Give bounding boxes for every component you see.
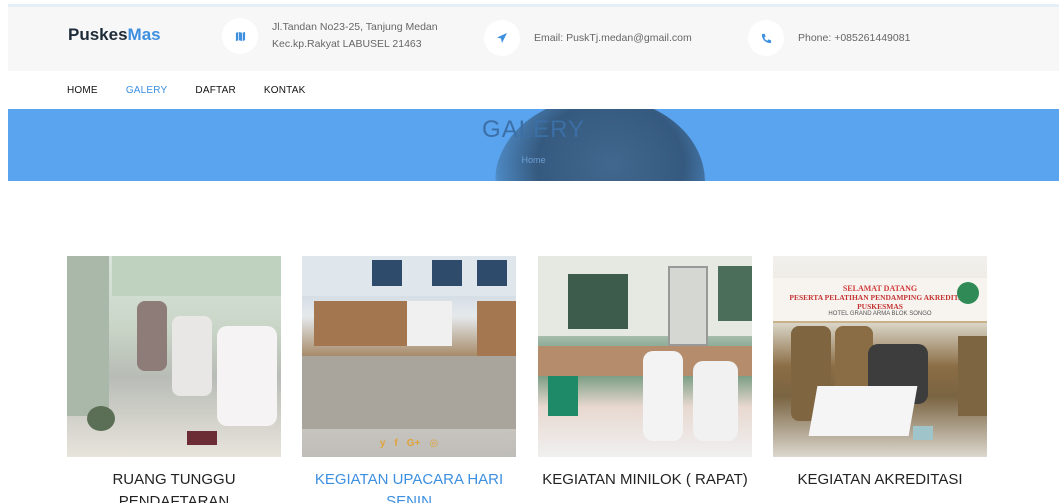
logo-text: Puskes <box>68 25 128 44</box>
logo-accent-text: Mas <box>127 25 161 44</box>
gallery-caption[interactable]: KEGIATAN UPACARA HARI SENIN <box>302 469 516 503</box>
gallery-photo[interactable]: y f G+ ◎ <box>302 256 516 457</box>
gallery-card[interactable]: y f G+ ◎ KEGIATAN UPACARA HARI SENIN <box>302 256 516 503</box>
twitter-icon[interactable]: y <box>380 438 386 449</box>
phone-icon <box>748 20 784 56</box>
phone-info: Phone: +085261449081 <box>748 20 910 56</box>
paper-plane-icon <box>484 20 520 56</box>
facebook-icon[interactable]: f <box>394 438 397 449</box>
phone-text[interactable]: Phone: +085261449081 <box>798 30 910 47</box>
page: PuskesMas Jl.Tandan No23-25, Tanjung Med… <box>0 0 1059 503</box>
banner-line-1: SELAMAT DATANG <box>842 284 918 293</box>
page-hero: GALERY Home <box>8 109 1059 181</box>
gallery-caption[interactable]: RUANG TUNGGU PENDAFTARAN <box>67 469 281 503</box>
main-nav: HOME GALERY DAFTAR KONTAK <box>8 71 1059 109</box>
nav-home[interactable]: HOME <box>67 85 98 96</box>
address-line-2: Kec.kp.Rakyat LABUSEL 21463 <box>272 38 422 50</box>
email-info: Email: PuskTj.medan@gmail.com <box>484 20 692 56</box>
top-header: PuskesMas Jl.Tandan No23-25, Tanjung Med… <box>8 4 1059 71</box>
address-line-1: Jl.Tandan No23-25, Tanjung Medan <box>272 21 438 33</box>
emblem-icon <box>957 282 979 304</box>
address-text: Jl.Tandan No23-25, Tanjung Medan Kec.kp.… <box>272 19 438 53</box>
gallery-card[interactable]: RUANG TUNGGU PENDAFTARAN <box>67 256 281 503</box>
google-plus-icon[interactable]: G+ <box>407 438 421 449</box>
welcome-banner: SELAMAT DATANG PESERTA PELATIHAN PENDAMP… <box>773 278 987 323</box>
page-title: GALERY <box>482 116 585 143</box>
site-logo[interactable]: PuskesMas <box>68 25 161 45</box>
address-info: Jl.Tandan No23-25, Tanjung Medan Kec.kp.… <box>222 18 438 54</box>
nav-galery[interactable]: GALERY <box>126 85 168 96</box>
banner-line-2: PESERTA PELATIHAN PENDAMPING AKREDITASI … <box>789 293 971 311</box>
gallery-photo[interactable] <box>67 256 281 457</box>
gallery-caption[interactable]: KEGIATAN AKREDITASI <box>773 469 987 491</box>
gallery-card[interactable]: KEGIATAN MINILOK ( RAPAT) <box>538 256 752 491</box>
email-text[interactable]: Email: PuskTj.medan@gmail.com <box>534 30 692 47</box>
banner-line-3: HOTEL GRAND ARMA BLOK SONGO <box>828 311 932 317</box>
nav-kontak[interactable]: KONTAK <box>264 85 306 96</box>
gallery-photo[interactable]: SELAMAT DATANG PESERTA PELATIHAN PENDAMP… <box>773 256 987 457</box>
map-icon <box>222 18 258 54</box>
gallery-photo[interactable] <box>538 256 752 457</box>
breadcrumb[interactable]: Home <box>8 155 1059 165</box>
instagram-icon[interactable]: ◎ <box>429 438 438 449</box>
nav-daftar[interactable]: DAFTAR <box>195 85 235 96</box>
social-share-bar: y f G+ ◎ <box>302 429 516 457</box>
gallery-card[interactable]: SELAMAT DATANG PESERTA PELATIHAN PENDAMP… <box>773 256 987 491</box>
gallery-caption[interactable]: KEGIATAN MINILOK ( RAPAT) <box>538 469 752 491</box>
